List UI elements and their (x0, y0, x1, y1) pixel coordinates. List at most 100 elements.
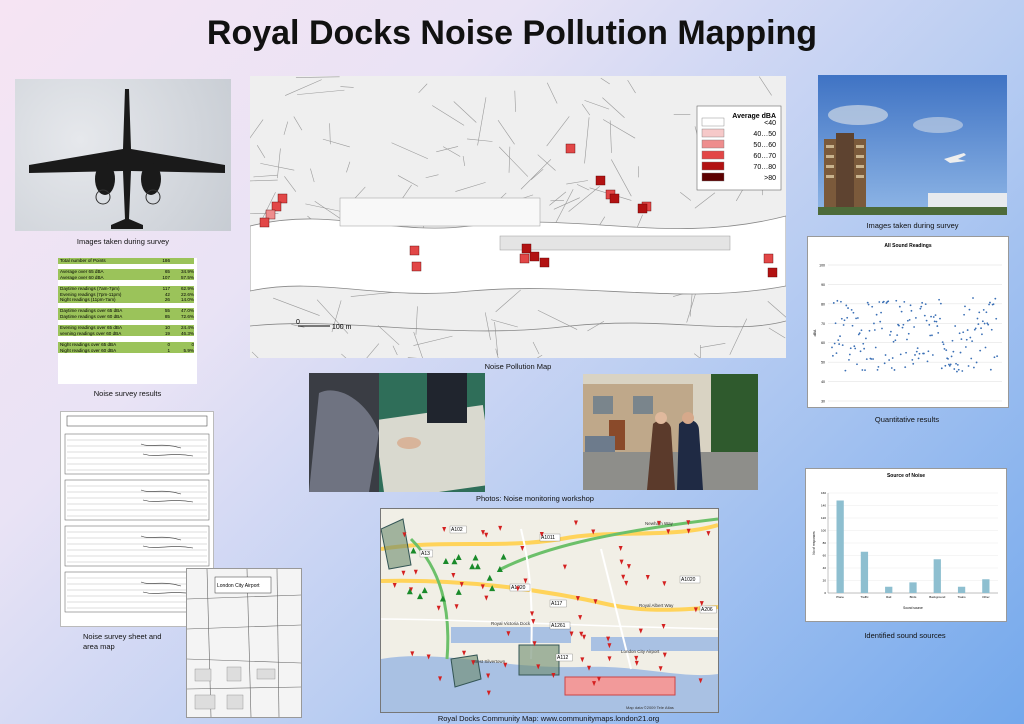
scatter-point (956, 363, 959, 366)
scatter-point (848, 358, 850, 361)
road-label: A13 (421, 551, 430, 557)
scatter-point (866, 301, 869, 304)
scatter-point (891, 357, 894, 359)
building-plane-photo (818, 75, 1007, 215)
scatter-point (939, 317, 941, 320)
caption-sources: Identified sound sources (864, 631, 946, 640)
noise-marker (411, 261, 422, 272)
building-scene (818, 105, 1007, 215)
noise-map-canvas: Average dBA <40 40…50 50…60 60…70 70…80 >80 0… (250, 76, 786, 358)
bar (982, 579, 990, 593)
scatter-point (975, 361, 978, 364)
scatter-point (834, 322, 837, 325)
scatter-point (983, 322, 986, 325)
community-map[interactable]: A102A13A1020A1011A117A112A1261A206A1020R… (380, 508, 719, 713)
table-cell-count: 85 (150, 313, 170, 320)
table-cell-pct: 14.0% (170, 297, 194, 303)
x-tick-label: Traffic (860, 595, 869, 599)
scatter-point (876, 368, 879, 371)
poster-title: Royal Docks Noise Pollution Mapping (206, 14, 818, 52)
noise-marker (539, 257, 550, 268)
scatter-point (865, 337, 867, 340)
caption-survey-sheet: Noise survey sheet and area map (83, 632, 183, 652)
scatter-point (952, 350, 955, 353)
scatter-point (882, 300, 885, 303)
scatter-point (883, 362, 886, 365)
noise-marker (265, 209, 276, 220)
scatter-point (871, 305, 874, 308)
scatter-point (856, 363, 858, 366)
scatter-point (935, 320, 938, 323)
scatter-point (867, 303, 870, 306)
table-row: Night readings (11pm-7am) 26 14.0% (58, 297, 197, 303)
legend-label: 50…60 (753, 142, 776, 149)
y-tick-label: 60 (821, 341, 825, 345)
caption-images-left: Images taken during survey (76, 237, 170, 246)
scatter-point (916, 347, 919, 350)
scatter-point (921, 301, 924, 304)
scatter-point (955, 362, 957, 365)
svg-text:London City Airport: London City Airport (217, 583, 260, 589)
legend-swatch (701, 150, 725, 160)
legend-label: 40…50 (753, 131, 776, 138)
scatter-point (943, 347, 946, 350)
scatter-point (989, 301, 991, 304)
plane-silhouette-icon (29, 89, 225, 229)
y-tick-label: 80 (821, 302, 825, 306)
caption-noise-map: Noise Pollution Map (484, 362, 552, 371)
legend-swatch (701, 161, 725, 171)
scatter-point (949, 363, 952, 366)
legend-label: >80 (764, 175, 776, 182)
bar (933, 559, 941, 593)
scatter-point (938, 298, 940, 301)
scatter-point (844, 369, 847, 372)
scatter-point (860, 329, 863, 332)
scatter-point (843, 319, 846, 322)
noise-marker (271, 201, 282, 212)
scatter-point (936, 325, 939, 327)
place-label: Royal Albert Way (639, 603, 674, 608)
scatter-point (953, 368, 956, 370)
scatter-point (856, 317, 859, 319)
scatter-point (957, 368, 960, 371)
scatter-point (939, 302, 942, 305)
table-cell-label: Daytime readings over 60 dBA (58, 313, 150, 320)
scatter-point (908, 318, 911, 321)
noise-marker (409, 245, 420, 256)
scatter-point (911, 358, 914, 361)
legend-title: Average dBA (732, 113, 776, 120)
scatter-point (929, 334, 932, 337)
scatter-point (854, 347, 857, 350)
noise-marker (595, 175, 606, 186)
table-cell-pct: 72.6% (170, 313, 194, 320)
caption-images-right: Images taken during survey (866, 221, 959, 230)
table-cell-label: Night readings over 60 dBA (58, 347, 150, 354)
scatter-point (960, 338, 963, 340)
road-label: A1020 (681, 577, 696, 583)
place-label: Royal Victoria Dock (491, 621, 531, 626)
noise-marker (637, 203, 648, 214)
scatter-point (881, 327, 883, 330)
legend-label: 60…70 (753, 153, 776, 160)
caption-community-map: Royal Docks Community Map: www.community… (437, 714, 660, 723)
highlight-area[interactable] (564, 676, 676, 696)
road-label: A117 (551, 601, 563, 607)
scatter-point (923, 314, 926, 317)
scatter-point (966, 329, 969, 331)
bar (836, 500, 844, 593)
scatter-point (941, 341, 944, 344)
noise-marker (519, 253, 530, 264)
scatter-point (896, 334, 899, 337)
scatter-point (845, 304, 848, 307)
y-tick-label: 90 (821, 283, 825, 287)
scale-label: 100 m (332, 324, 352, 331)
y-tick-label: 40 (823, 566, 827, 570)
table-cell-label: Total number of Points (58, 258, 150, 264)
scatter-point (889, 334, 891, 336)
scatter-point (880, 311, 882, 314)
table-cell-count: 19 (150, 330, 170, 337)
scatter-point (992, 303, 995, 306)
scatter-point (980, 327, 982, 330)
bar (860, 551, 869, 593)
road-label: A112 (557, 655, 569, 661)
